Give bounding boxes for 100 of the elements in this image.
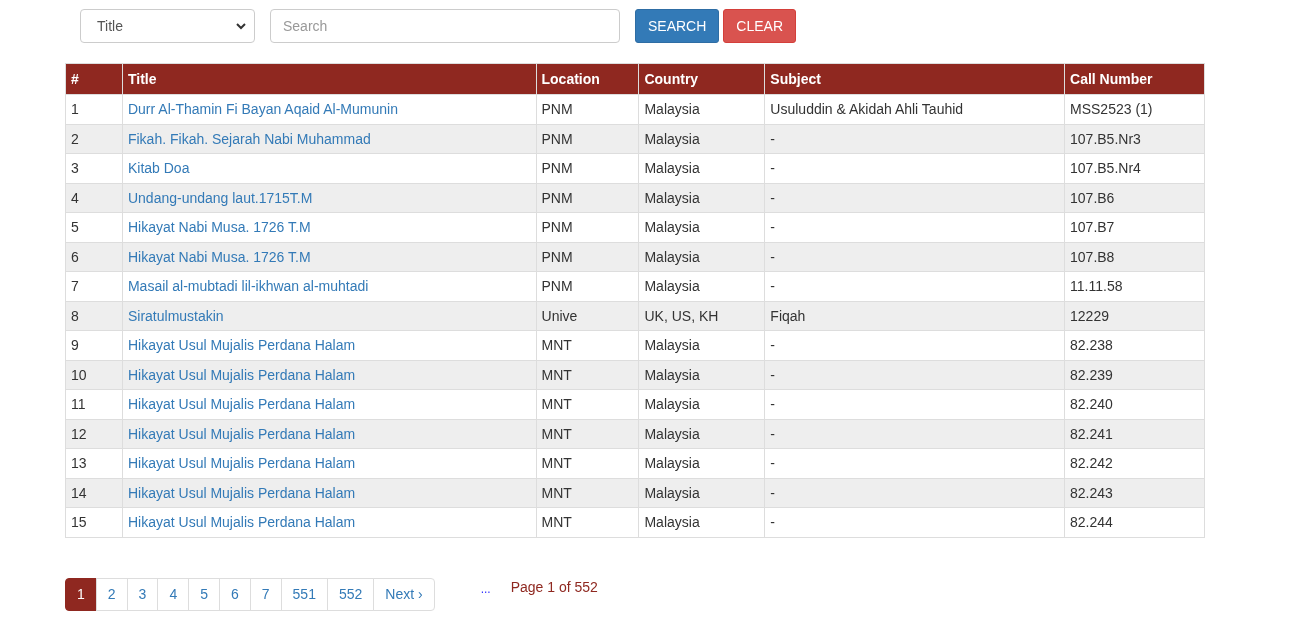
table-cell: - bbox=[764, 183, 1065, 213]
table-cell: 14 bbox=[65, 478, 123, 508]
table-cell: - bbox=[764, 271, 1065, 301]
title-link[interactable]: Hikayat Usul Mujalis Perdana Halam bbox=[122, 478, 536, 508]
title-link[interactable]: Hikayat Usul Mujalis Perdana Halam bbox=[122, 507, 536, 537]
table-cell: - bbox=[764, 419, 1065, 449]
table-cell: - bbox=[764, 507, 1065, 537]
table-cell: Malaysia bbox=[638, 94, 765, 124]
title-link[interactable]: Hikayat Usul Mujalis Perdana Halam bbox=[122, 448, 536, 478]
search-button[interactable]: SEARCH bbox=[635, 9, 720, 43]
table-cell: 82.239 bbox=[1064, 360, 1205, 390]
table-cell: 107.B8 bbox=[1064, 242, 1205, 272]
table-cell: 1 bbox=[65, 94, 123, 124]
title-link[interactable]: Hikayat Nabi Musa. 1726 T.M bbox=[122, 212, 536, 242]
title-link[interactable]: Masail al-mubtadi lil-ikhwan al-muhtadi bbox=[122, 271, 536, 301]
table-cell: Fiqah bbox=[764, 301, 1065, 331]
title-link[interactable]: Durr Al-Thamin Fi Bayan Aqaid Al-Mumunin bbox=[122, 94, 536, 124]
title-link[interactable]: Fikah. Fikah. Sejarah Nabi Muhammad bbox=[122, 124, 536, 154]
column-header: # bbox=[65, 63, 123, 95]
table-cell: - bbox=[764, 360, 1065, 390]
table-cell: Malaysia bbox=[638, 389, 765, 419]
column-header: Location bbox=[536, 63, 639, 95]
table-cell: Malaysia bbox=[638, 478, 765, 508]
table-cell: 82.244 bbox=[1064, 507, 1205, 537]
title-link[interactable]: Hikayat Nabi Musa. 1726 T.M bbox=[122, 242, 536, 272]
table-cell: MNT bbox=[536, 330, 639, 360]
column-header: Subject bbox=[764, 63, 1065, 95]
table-cell: Malaysia bbox=[638, 212, 765, 242]
page-link[interactable]: 3 bbox=[126, 577, 159, 611]
table-cell: 15 bbox=[65, 507, 123, 537]
title-link[interactable]: Hikayat Usul Mujalis Perdana Halam bbox=[122, 360, 536, 390]
page-link[interactable]: Next › bbox=[373, 577, 435, 611]
table-cell: MNT bbox=[536, 448, 639, 478]
table-cell: 3 bbox=[65, 153, 123, 183]
page-link[interactable]: 1 bbox=[65, 577, 97, 611]
table-cell: 11.11.58 bbox=[1064, 271, 1205, 301]
table-cell: Malaysia bbox=[638, 124, 765, 154]
column-header: Call Number bbox=[1064, 63, 1205, 95]
table-cell: MNT bbox=[536, 419, 639, 449]
table-cell: PNM bbox=[536, 271, 639, 301]
table-cell: MNT bbox=[536, 478, 639, 508]
table-cell: 2 bbox=[65, 124, 123, 154]
page-link[interactable]: 552 bbox=[326, 577, 375, 611]
search-field[interactable]: Search bbox=[270, 9, 620, 43]
table-cell: MNT bbox=[536, 360, 639, 390]
table-cell: - bbox=[764, 478, 1065, 508]
table-cell: 82.240 bbox=[1064, 389, 1205, 419]
page-link[interactable]: 4 bbox=[157, 577, 190, 611]
table-cell: - bbox=[764, 124, 1065, 154]
table-cell: 12229 bbox=[1064, 301, 1205, 331]
table-cell: Unive bbox=[536, 301, 639, 331]
table-cell: - bbox=[764, 389, 1065, 419]
table-cell: PNM bbox=[536, 183, 639, 213]
clear-button[interactable]: CLEAR bbox=[723, 9, 797, 43]
title-link[interactable]: Kitab Doa bbox=[122, 153, 536, 183]
field-select[interactable]: Title bbox=[80, 9, 255, 43]
table-cell: Malaysia bbox=[638, 448, 765, 478]
table-cell: MSS2523 (1) bbox=[1064, 94, 1205, 124]
table-cell: 82.242 bbox=[1064, 448, 1205, 478]
page-link[interactable]: 6 bbox=[219, 577, 251, 611]
page-link[interactable]: 7 bbox=[249, 577, 282, 611]
table-cell: - bbox=[764, 448, 1065, 478]
table-cell: MNT bbox=[536, 389, 639, 419]
page-link[interactable]: 551 bbox=[280, 577, 328, 611]
title-link[interactable]: Siratulmustakin bbox=[122, 301, 536, 331]
title-link[interactable]: Hikayat Usul Mujalis Perdana Halam bbox=[122, 389, 536, 419]
page-link[interactable]: 2 bbox=[95, 577, 128, 611]
table-cell: 82.241 bbox=[1064, 419, 1205, 449]
table-cell: 6 bbox=[65, 242, 123, 272]
table-cell: PNM bbox=[536, 212, 639, 242]
page-link[interactable]: 5 bbox=[188, 577, 220, 611]
page-info: Page 1 of 552 bbox=[510, 578, 598, 595]
table-cell: UK, US, KH bbox=[638, 301, 765, 331]
title-link[interactable]: Undang-undang laut.1715T.M bbox=[122, 183, 536, 213]
table-cell: 7 bbox=[65, 271, 123, 301]
table-cell: 5 bbox=[65, 212, 123, 242]
table-cell: PNM bbox=[536, 242, 639, 272]
table-cell: Malaysia bbox=[638, 507, 765, 537]
table-cell: - bbox=[764, 212, 1065, 242]
ellipsis: ... bbox=[480, 581, 491, 596]
table-cell: PNM bbox=[536, 124, 639, 154]
table-cell: Malaysia bbox=[638, 419, 765, 449]
table-cell: PNM bbox=[536, 94, 639, 124]
table-cell: 9 bbox=[65, 330, 123, 360]
table-cell: 13 bbox=[65, 448, 123, 478]
title-link[interactable]: Hikayat Usul Mujalis Perdana Halam bbox=[122, 330, 536, 360]
table-cell: Malaysia bbox=[638, 330, 765, 360]
table-cell: 8 bbox=[65, 301, 123, 331]
table-cell: 82.238 bbox=[1064, 330, 1205, 360]
table-cell: 11 bbox=[65, 389, 123, 419]
table-cell: - bbox=[764, 242, 1065, 272]
column-header: Country bbox=[638, 63, 765, 95]
table-cell: Malaysia bbox=[638, 153, 765, 183]
title-link[interactable]: Hikayat Usul Mujalis Perdana Halam bbox=[122, 419, 536, 449]
table-cell: Usuluddin & Akidah Ahli Tauhid bbox=[764, 94, 1065, 124]
table-cell: 10 bbox=[65, 360, 123, 390]
table-cell: - bbox=[764, 153, 1065, 183]
table-cell: Malaysia bbox=[638, 360, 765, 390]
table-cell: 82.243 bbox=[1064, 478, 1205, 508]
table-cell: 107.B6 bbox=[1064, 183, 1205, 213]
